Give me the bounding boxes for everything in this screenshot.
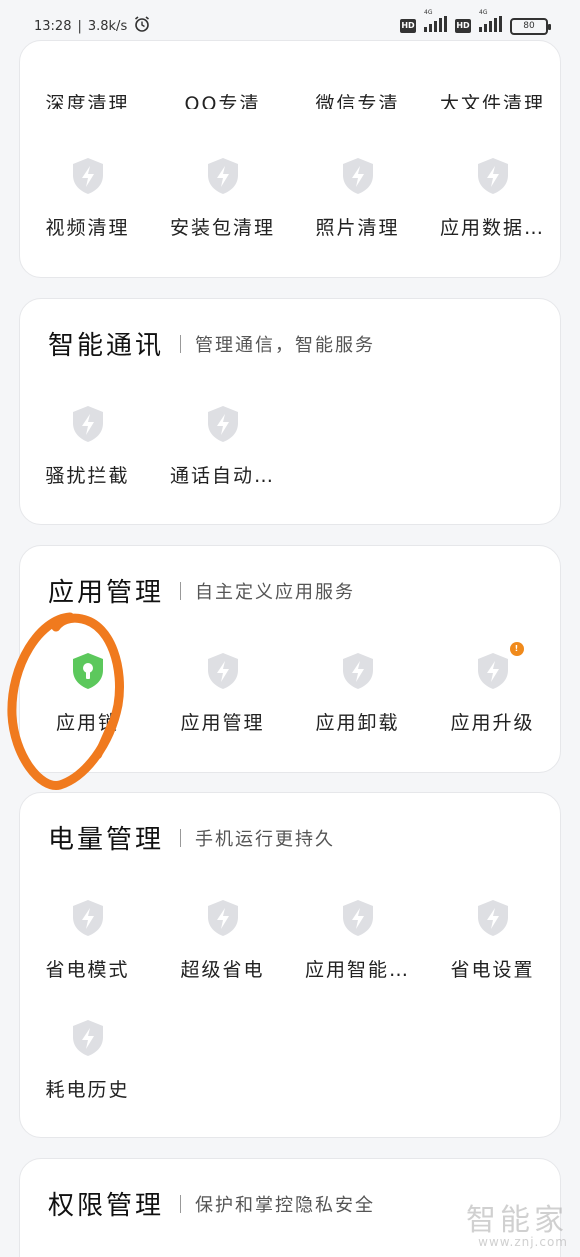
item-label: 通话自动… (169, 465, 275, 487)
battery-icon: 80 (510, 17, 551, 35)
item-label: 应用数据… (439, 217, 545, 239)
item-label: 应用智能… (304, 959, 410, 981)
item-app-manager[interactable]: 应用管理 (155, 646, 290, 746)
signal-icon-1: 4G (424, 9, 447, 36)
item-super-power-save[interactable]: 超级省电 (155, 893, 290, 993)
item-wechat-clean[interactable]: 微信专清 (290, 49, 425, 109)
item-harassment-block[interactable]: 骚扰拦截 (20, 399, 155, 499)
item-label: 大文件清理 (439, 93, 545, 109)
alarm-icon (133, 15, 151, 37)
card-subtitle: 管理通信，智能服务 (195, 334, 376, 356)
shield-bolt-icon: ! (476, 642, 524, 690)
item-power-history[interactable]: 耗电历史 (20, 1013, 155, 1113)
shield-bolt-icon (476, 899, 510, 937)
battery-level: 80 (523, 20, 535, 31)
shield-bolt-icon (71, 1019, 105, 1057)
status-right: HD 4G HD 4G 80 (400, 9, 551, 36)
item-label: 照片清理 (315, 217, 400, 239)
card-subtitle: 手机运行更持久 (195, 828, 336, 850)
shield-bolt-icon (206, 899, 240, 937)
network-type-label-2: 4G (479, 9, 488, 16)
shield-bolt-icon (476, 157, 510, 195)
shield-bolt-icon (341, 157, 375, 195)
header-divider (180, 828, 182, 847)
header-divider (180, 334, 182, 353)
item-label: 深度清理 (45, 93, 130, 109)
header-divider (180, 1194, 182, 1213)
card-header: 电量管理 手机运行更持久 (48, 819, 335, 856)
card-power-management: 电量管理 手机运行更持久 省电模式 超级省电 应用智能… 省电设置 耗电历史 (19, 792, 561, 1138)
item-power-save-mode[interactable]: 省电模式 (20, 893, 155, 993)
item-photo-clean[interactable]: 照片清理 (290, 151, 425, 251)
item-label: 微信专清 (315, 93, 400, 109)
card-header: 权限管理 保护和掌控隐私安全 (48, 1185, 375, 1222)
item-power-settings[interactable]: 省电设置 (425, 893, 560, 993)
status-left: 13:28 | 3.8k/s (34, 15, 151, 37)
item-label: QQ专清 (184, 93, 261, 109)
hd-badge-1: HD (400, 19, 416, 33)
card-app-management: 应用管理 自主定义应用服务 应用锁 应用管理 应用卸载 ! 应用升级 (19, 545, 561, 773)
item-label: 应用锁 (55, 712, 119, 734)
card-title: 应用管理 (48, 578, 165, 608)
item-label: 省电模式 (45, 959, 130, 981)
shield-bolt-icon (71, 899, 105, 937)
watermark: 智能家 www.znj.com (466, 1195, 568, 1249)
lock-shield-icon (71, 652, 105, 690)
item-large-file-clean[interactable]: 大文件清理 (425, 49, 560, 109)
signal-icon-2: 4G (479, 9, 502, 36)
shield-bolt-icon (206, 157, 240, 195)
header-divider (180, 581, 182, 600)
item-qq-clean[interactable]: QQ专清 (155, 49, 290, 109)
watermark-url: www.znj.com (478, 1235, 568, 1249)
card-subtitle: 保护和掌控隐私安全 (195, 1194, 376, 1216)
notification-badge: ! (509, 642, 524, 656)
item-label: 视频清理 (45, 217, 130, 239)
item-app-lock[interactable]: 应用锁 (20, 646, 155, 746)
shield-bolt-icon (71, 405, 105, 443)
shield-bolt-icon (341, 899, 375, 937)
item-label: 应用管理 (180, 712, 265, 734)
status-time: 13:28 (34, 18, 72, 34)
item-label: 超级省电 (180, 959, 265, 981)
watermark-name: 智能家 (466, 1203, 568, 1238)
hd-badge-2: HD (455, 19, 471, 33)
network-type-label-1: 4G (424, 9, 433, 16)
item-label: 骚扰拦截 (45, 465, 130, 487)
shield-bolt-icon (206, 652, 240, 690)
item-app-uninstall[interactable]: 应用卸载 (290, 646, 425, 746)
card-title: 电量管理 (48, 825, 165, 855)
item-label: 安装包清理 (169, 217, 275, 239)
card-header: 应用管理 自主定义应用服务 (48, 572, 355, 609)
status-net-speed: 3.8k/s (87, 18, 128, 34)
item-app-smart-power[interactable]: 应用智能… (290, 893, 425, 993)
item-label: 应用卸载 (315, 712, 400, 734)
screen: 13:28 | 3.8k/s HD 4G HD 4G 80 深度清理 QQ专清 … (0, 0, 580, 1257)
item-deep-clean[interactable]: 深度清理 (20, 49, 155, 109)
status-separator: | (77, 18, 82, 34)
shield-bolt-icon (71, 157, 105, 195)
item-call-auto[interactable]: 通话自动… (155, 399, 290, 499)
item-label: 应用升级 (450, 712, 535, 734)
item-label: 省电设置 (450, 959, 535, 981)
card-title: 智能通讯 (48, 331, 165, 361)
item-apk-clean[interactable]: 安装包清理 (155, 151, 290, 251)
shield-bolt-icon (206, 405, 240, 443)
card-header: 智能通讯 管理通信，智能服务 (48, 325, 375, 362)
item-app-upgrade[interactable]: ! 应用升级 (425, 642, 560, 746)
item-video-clean[interactable]: 视频清理 (20, 151, 155, 251)
item-app-data-clean[interactable]: 应用数据… (425, 151, 560, 251)
item-label: 耗电历史 (45, 1079, 130, 1101)
card-subtitle: 自主定义应用服务 (195, 581, 356, 603)
card-cleanup: 深度清理 QQ专清 微信专清 大文件清理 视频清理 安装包清理 照片清理 应用数… (19, 40, 561, 278)
shield-bolt-icon (341, 652, 375, 690)
card-smart-communication: 智能通讯 管理通信，智能服务 骚扰拦截 通话自动… (19, 298, 561, 525)
card-title: 权限管理 (48, 1191, 165, 1221)
